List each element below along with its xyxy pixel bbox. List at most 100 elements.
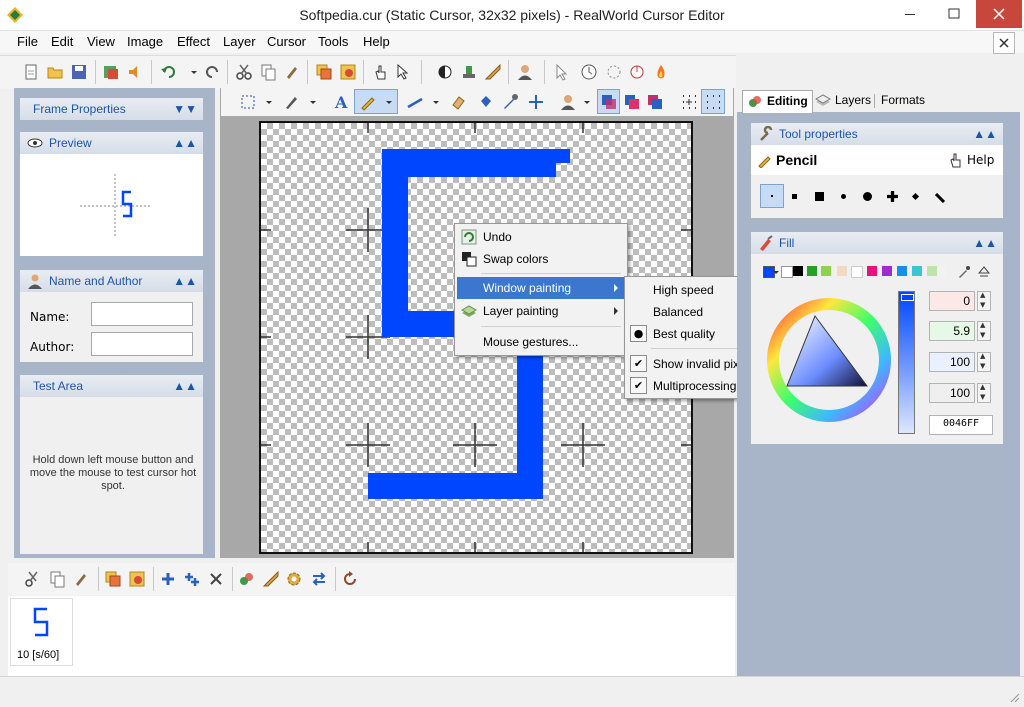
dropdown-arrow-icon[interactable] xyxy=(261,93,279,111)
frame-thumbnail[interactable]: 10 [s/60] xyxy=(10,598,73,666)
dropdown-arrow-icon[interactable] xyxy=(579,93,597,111)
pointer-icon[interactable] xyxy=(553,63,571,81)
menu-cursor[interactable]: Cursor xyxy=(267,34,306,49)
palette-swatch[interactable] xyxy=(912,266,922,276)
close-icon[interactable] xyxy=(976,0,1022,28)
redo-icon[interactable] xyxy=(203,63,221,81)
contrast-icon[interactable] xyxy=(436,63,454,81)
menu-help[interactable]: Help xyxy=(363,34,390,49)
minimize-icon[interactable] xyxy=(888,0,932,28)
image-edit-icon[interactable] xyxy=(339,63,357,81)
alpha-slider-handle[interactable] xyxy=(901,294,914,301)
text-tool-icon[interactable]: A xyxy=(332,93,350,111)
name-author-header[interactable]: Name and Author ▲▲ xyxy=(20,270,203,292)
chevron-double-up-icon[interactable]: ▲▲ xyxy=(973,236,997,250)
animation-icon[interactable] xyxy=(628,63,646,81)
menu-edit[interactable]: Edit xyxy=(51,34,73,49)
brush-size-3[interactable] xyxy=(815,192,824,201)
brush-cross[interactable] xyxy=(887,191,898,202)
palette-swatch[interactable] xyxy=(807,266,817,276)
cut-icon[interactable] xyxy=(235,63,253,81)
delete-frame-icon[interactable] xyxy=(207,570,225,588)
opacity-spinner[interactable] xyxy=(977,383,991,403)
tool-properties-header[interactable]: Tool properties ▲▲ xyxy=(751,123,1003,145)
palette-swatch[interactable] xyxy=(793,266,803,276)
pixel-grid-icon[interactable] xyxy=(704,93,722,111)
open-folder-icon[interactable] xyxy=(46,63,64,81)
grid-dots-icon[interactable] xyxy=(680,93,698,111)
saturation-value[interactable]: 5.9 xyxy=(929,321,975,341)
palette-swatch[interactable] xyxy=(882,266,892,276)
fill-bucket-icon[interactable] xyxy=(477,93,495,111)
add-frame-icon[interactable] xyxy=(159,570,177,588)
fire-icon[interactable] xyxy=(652,63,670,81)
resize-grip-icon[interactable] xyxy=(1008,691,1020,703)
hue-value[interactable]: 0 xyxy=(929,291,975,311)
cut-frame-icon[interactable] xyxy=(24,570,42,588)
palette-swatch[interactable] xyxy=(781,266,793,278)
menu-layer-painting[interactable]: Layer painting xyxy=(457,300,625,322)
copy-icon[interactable] xyxy=(259,63,277,81)
dropdown-arrow-icon[interactable] xyxy=(428,93,446,111)
document-close-icon[interactable] xyxy=(993,32,1015,54)
clock-icon[interactable] xyxy=(580,63,598,81)
eraser-icon[interactable] xyxy=(449,93,467,111)
dropdown-arrow-icon[interactable] xyxy=(381,93,399,111)
eyedropper-icon[interactable] xyxy=(957,265,971,279)
paste-icon[interactable] xyxy=(283,63,301,81)
blend-mask-icon[interactable] xyxy=(646,93,664,111)
tab-editing[interactable]: Editing xyxy=(742,90,813,113)
test-area[interactable]: Hold down left mouse button and move the… xyxy=(20,397,203,554)
sound-icon[interactable] xyxy=(126,63,144,81)
menu-undo[interactable]: Undo xyxy=(457,226,625,248)
palette-dropdown[interactable] xyxy=(773,266,779,276)
brightness-spinner[interactable] xyxy=(977,352,991,372)
menu-effect[interactable]: Effect xyxy=(177,34,210,49)
author-field[interactable] xyxy=(91,332,193,356)
menu-window-painting[interactable]: Window painting xyxy=(457,277,625,299)
swap-frames-icon[interactable] xyxy=(310,570,328,588)
palette-swatch[interactable] xyxy=(938,266,946,276)
hand-cursor-icon[interactable] xyxy=(371,63,389,81)
paste-frame-icon[interactable] xyxy=(72,570,90,588)
selection-icon[interactable] xyxy=(239,93,257,111)
opacity-value[interactable]: 100 xyxy=(929,383,975,403)
chevron-double-up-icon[interactable]: ▲▲ xyxy=(173,379,197,393)
palette-swatch[interactable] xyxy=(927,266,937,276)
blend-normal-icon[interactable] xyxy=(600,93,618,111)
menu-view[interactable]: View xyxy=(87,34,115,49)
brush-round-2[interactable] xyxy=(863,192,872,201)
busy-cursor-icon[interactable] xyxy=(605,63,623,81)
frame-effects-icon[interactable] xyxy=(238,570,256,588)
preview-header[interactable]: Preview ▲▲ xyxy=(20,132,203,154)
palette-swatch[interactable] xyxy=(837,266,847,276)
menu-swap-colors[interactable]: Swap colors xyxy=(457,248,625,270)
menu-mouse-gestures[interactable]: Mouse gestures... xyxy=(457,331,625,353)
user-icon[interactable] xyxy=(516,63,534,81)
test-area-header[interactable]: Test Area ▲▲ xyxy=(20,375,203,397)
brightness-value[interactable]: 100 xyxy=(929,352,975,372)
frame-settings-icon[interactable] xyxy=(285,570,303,588)
brush-diagonal-1[interactable] xyxy=(911,192,920,201)
refresh-icon[interactable] xyxy=(341,570,359,588)
menu-layer[interactable]: Layer xyxy=(223,34,256,49)
brush-diagonal-2[interactable] xyxy=(934,192,946,204)
ruler-icon[interactable] xyxy=(484,63,502,81)
menu-tools[interactable]: Tools xyxy=(318,34,348,49)
brush-icon[interactable] xyxy=(283,93,301,111)
chevron-double-up-icon[interactable]: ▲▲ xyxy=(973,127,997,141)
maximize-icon[interactable] xyxy=(932,0,976,28)
import-icon[interactable] xyxy=(102,63,120,81)
chevron-double-up-icon[interactable]: ▲▲ xyxy=(173,274,197,288)
fill-header[interactable]: Fill ▲▲ xyxy=(751,232,1003,254)
insert-frame-icon[interactable] xyxy=(183,570,201,588)
frame-properties-header[interactable]: Frame Properties ▼▼ xyxy=(20,98,203,120)
hex-color-field[interactable]: 0046FF xyxy=(929,415,993,435)
alpha-slider[interactable] xyxy=(898,291,915,434)
palette-swatch[interactable] xyxy=(851,266,863,278)
cursor-test-icon[interactable] xyxy=(395,63,413,81)
frame-image-icon[interactable] xyxy=(128,570,146,588)
new-file-icon[interactable] xyxy=(22,63,40,81)
menu-image[interactable]: Image xyxy=(127,34,163,49)
duplicate-frame-icon[interactable] xyxy=(104,570,122,588)
